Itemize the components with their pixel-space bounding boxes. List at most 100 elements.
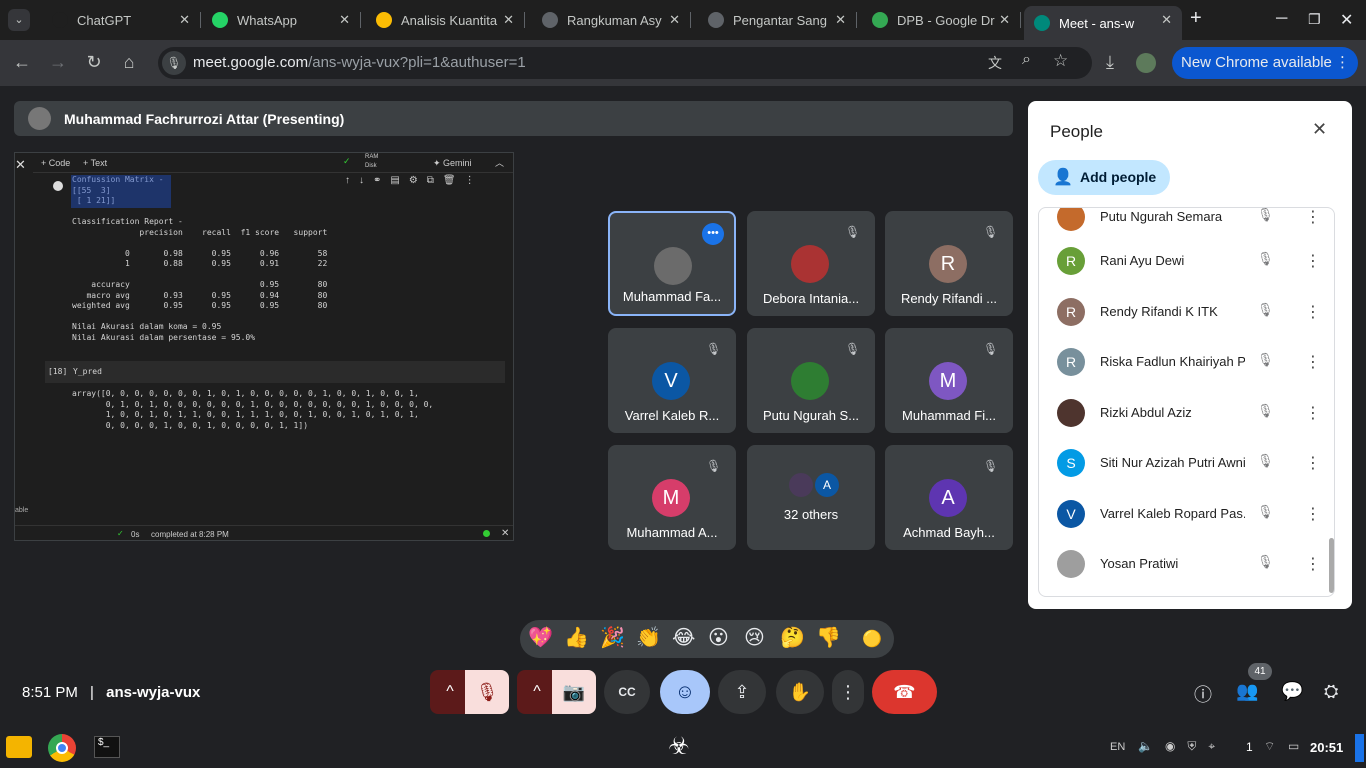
translate-icon[interactable]: 文: [988, 53, 1002, 73]
video-options-button[interactable]: ^: [517, 670, 557, 714]
participant-row[interactable]: Yosan Pratiwi 🎙 ⋮: [1039, 539, 1334, 589]
tab-close-icon[interactable]: ✕: [179, 12, 190, 28]
reaction-emoji[interactable]: 🎉: [600, 625, 625, 650]
status-close-icon[interactable]: ✕: [501, 528, 509, 539]
terminal-icon[interactable]: $_: [94, 736, 120, 758]
run-button[interactable]: [53, 181, 63, 191]
language-indicator[interactable]: EN: [1110, 741, 1125, 753]
tab-1[interactable]: WhatsApp ✕: [202, 6, 360, 34]
tab-2[interactable]: Analisis Kuantita ✕: [366, 6, 524, 34]
profile-avatar[interactable]: [1136, 53, 1156, 73]
tab-close-icon[interactable]: ✕: [339, 12, 350, 28]
download-icon[interactable]: ⤓: [1099, 52, 1121, 73]
mic-off-icon[interactable]: 🎙: [1257, 302, 1275, 320]
tab-search-button[interactable]: ⌄: [8, 9, 30, 31]
new-chrome-button[interactable]: New Chrome available ⋮: [1172, 47, 1358, 79]
reaction-emoji[interactable]: 🟡: [862, 629, 882, 649]
participant-row[interactable]: V Varrel Kaleb Ropard Pas... 🎙 ⋮: [1039, 489, 1334, 539]
more-options-icon[interactable]: ⋮: [1305, 251, 1321, 271]
gemini-button[interactable]: ✦ Gemini: [433, 158, 472, 169]
participant-row[interactable]: Rizki Abdul Aziz 🎙 ⋮: [1039, 388, 1334, 438]
present-button[interactable]: ⇪: [718, 670, 766, 714]
tab-close-icon[interactable]: ✕: [999, 12, 1010, 28]
code-cell[interactable]: [18] Y_pred: [45, 361, 505, 383]
close-window-icon[interactable]: ✕: [1340, 10, 1353, 30]
mic-off-icon[interactable]: 🎙: [1257, 504, 1275, 522]
reaction-emoji[interactable]: 😢: [744, 625, 765, 650]
add-text-button[interactable]: + Text: [83, 158, 107, 168]
more-options-icon[interactable]: ⋮: [1305, 208, 1321, 227]
reaction-emoji[interactable]: 👎: [816, 625, 841, 650]
tab-0[interactable]: ChatGPT ✕: [42, 6, 200, 34]
tab-3[interactable]: Rangkuman Asy ✕: [532, 6, 690, 34]
emoji-button[interactable]: ☺: [660, 670, 710, 714]
close-icon[interactable]: ✕: [15, 157, 26, 173]
reaction-emoji[interactable]: 😮: [708, 625, 729, 650]
more-options-icon[interactable]: ⋮: [1305, 302, 1321, 322]
more-options-icon[interactable]: ⋮: [1305, 352, 1321, 372]
mic-off-icon[interactable]: 🎙: [1257, 554, 1275, 572]
collapse-icon[interactable]: ︿: [495, 156, 504, 169]
tab-close-icon[interactable]: ✕: [835, 12, 846, 28]
activities-icon[interactable]: ⛭: [1324, 681, 1338, 702]
reload-icon[interactable]: ↻: [83, 52, 105, 73]
add-people-button[interactable]: 👤 Add people: [1038, 160, 1170, 195]
mic-off-icon[interactable]: 🎙: [1257, 403, 1275, 421]
mic-off-icon[interactable]: 🎙: [1257, 352, 1275, 370]
reaction-emoji[interactable]: 👍: [564, 625, 589, 650]
participant-tile[interactable]: M Muhammad A... 🎙: [608, 445, 736, 550]
back-icon[interactable]: ←: [11, 52, 33, 73]
notification-count[interactable]: 1: [1246, 740, 1253, 754]
chrome-icon[interactable]: [48, 734, 76, 762]
tab-6[interactable]: Meet - ans-w ✕: [1024, 6, 1182, 40]
mic-off-icon[interactable]: 🎙: [1257, 251, 1275, 269]
people-icon[interactable]: 👥: [1236, 681, 1258, 702]
participant-tile[interactable]: A Achmad Bayh... 🎙: [885, 445, 1013, 550]
info-icon[interactable]: ⓘ: [1194, 681, 1212, 707]
mic-toggle-button[interactable]: 🎙: [465, 670, 509, 714]
participant-tile[interactable]: V Varrel Kaleb R... 🎙: [608, 328, 736, 433]
leave-call-button[interactable]: ☎: [872, 670, 937, 714]
participant-tile[interactable]: Muhammad Fa... •••: [608, 211, 736, 316]
reaction-emoji[interactable]: 👏: [636, 625, 661, 650]
add-code-button[interactable]: + Code: [41, 158, 70, 168]
maximize-icon[interactable]: ❐: [1308, 11, 1321, 28]
more-options-icon[interactable]: •••: [702, 223, 724, 245]
bookmark-star-icon[interactable]: ☆: [1053, 51, 1068, 71]
forward-icon[interactable]: →: [47, 52, 69, 73]
participant-tile[interactable]: A 32 others: [747, 445, 875, 550]
raise-hand-button[interactable]: ✋: [776, 670, 824, 714]
chat-icon[interactable]: 💬: [1281, 681, 1303, 702]
reaction-emoji[interactable]: 🤔: [780, 625, 805, 650]
address-bar[interactable]: 🎙 meet.google.com/ans-wyja-vux?pli=1&aut…: [158, 47, 1092, 79]
participant-row[interactable]: R Rendy Rifandi K ITK 🎙 ⋮: [1039, 287, 1334, 337]
participant-tile[interactable]: Debora Intania... 🎙: [747, 211, 875, 316]
participant-row[interactable]: R Riska Fadlun Khairiyah P... 🎙 ⋮: [1039, 337, 1334, 387]
mic-off-icon[interactable]: 🎙: [1257, 208, 1275, 225]
participant-tile[interactable]: R Rendy Rifandi ... 🎙: [885, 211, 1013, 316]
tab-close-icon[interactable]: ✕: [503, 12, 514, 28]
tab-close-icon[interactable]: ✕: [669, 12, 680, 28]
audio-options-button[interactable]: ^: [430, 670, 470, 714]
reaction-emoji[interactable]: 💖: [528, 625, 553, 650]
camera-toggle-button[interactable]: 📷: [552, 670, 596, 714]
captions-button[interactable]: CC: [604, 670, 650, 714]
close-panel-icon[interactable]: ✕: [1312, 119, 1327, 140]
site-info-icon[interactable]: 🎙: [162, 51, 186, 75]
participant-row[interactable]: S Siti Nur Azizah Putri Awni 🎙 ⋮: [1039, 438, 1334, 488]
biohazard-icon[interactable]: ☣: [668, 732, 690, 761]
more-options-icon[interactable]: ⋮: [1305, 453, 1321, 473]
participant-tile[interactable]: Putu Ngurah S... 🎙: [747, 328, 875, 433]
zoom-icon[interactable]: ⌕: [1022, 51, 1031, 69]
reaction-emoji[interactable]: 😂: [672, 625, 695, 650]
more-options-icon[interactable]: ⋮: [1305, 403, 1321, 423]
participant-tile[interactable]: M Muhammad Fi... 🎙: [885, 328, 1013, 433]
mic-off-icon[interactable]: 🎙: [1257, 453, 1275, 471]
new-tab-icon[interactable]: +: [1190, 7, 1202, 30]
tab-5[interactable]: DPB - Google Dr ✕: [862, 6, 1020, 34]
scrollbar[interactable]: [1329, 538, 1334, 593]
show-desktop[interactable]: [1355, 734, 1364, 762]
participant-row[interactable]: R Rani Ayu Dewi 🎙 ⋮: [1039, 236, 1334, 286]
more-options-icon[interactable]: ⋮: [1305, 504, 1321, 524]
files-icon[interactable]: [6, 736, 32, 758]
